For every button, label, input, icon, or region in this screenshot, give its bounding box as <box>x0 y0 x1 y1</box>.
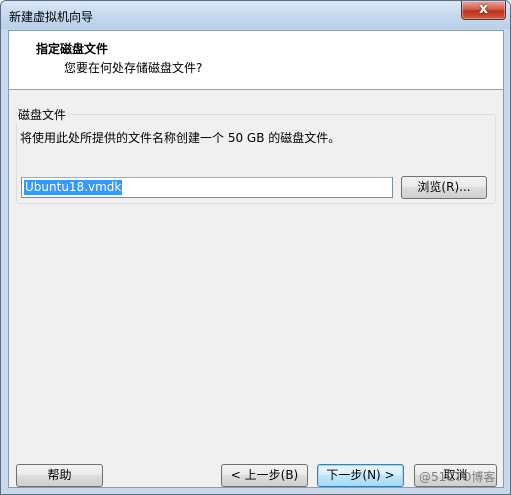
groupbox-label: 磁盘文件 <box>16 106 69 123</box>
next-button[interactable]: 下一步(N) > <box>317 464 404 487</box>
close-button[interactable]: x <box>461 1 506 20</box>
wizard-client-area: 指定磁盘文件 您要在何处存储磁盘文件? 磁盘文件 将使用此处所提供的文件名称创建… <box>8 30 504 488</box>
wizard-header: 指定磁盘文件 您要在何处存储磁盘文件? <box>9 31 503 90</box>
disk-filename-value: Ubuntu18.vmdk <box>24 180 123 195</box>
browse-button[interactable]: 浏览(R)... <box>401 176 487 199</box>
close-icon: x <box>478 1 489 17</box>
wizard-window: 新建虚拟机向导 x 指定磁盘文件 您要在何处存储磁盘文件? 磁盘文件 将使用此处… <box>0 0 511 495</box>
page-title: 指定磁盘文件 <box>36 42 109 56</box>
window-title: 新建虚拟机向导 <box>9 10 94 24</box>
watermark-text: @51CTO博客 <box>419 470 496 484</box>
back-button[interactable]: < 上一步(B) <box>221 464 308 487</box>
disk-file-description: 将使用此处所提供的文件名称创建一个 50 GB 的磁盘文件。 <box>20 131 341 145</box>
help-button[interactable]: 帮助 <box>16 464 103 487</box>
title-bar[interactable]: 新建虚拟机向导 x <box>1 1 510 29</box>
disk-filename-input[interactable]: Ubuntu18.vmdk <box>21 177 393 198</box>
page-subtitle: 您要在何处存储磁盘文件? <box>64 61 203 75</box>
